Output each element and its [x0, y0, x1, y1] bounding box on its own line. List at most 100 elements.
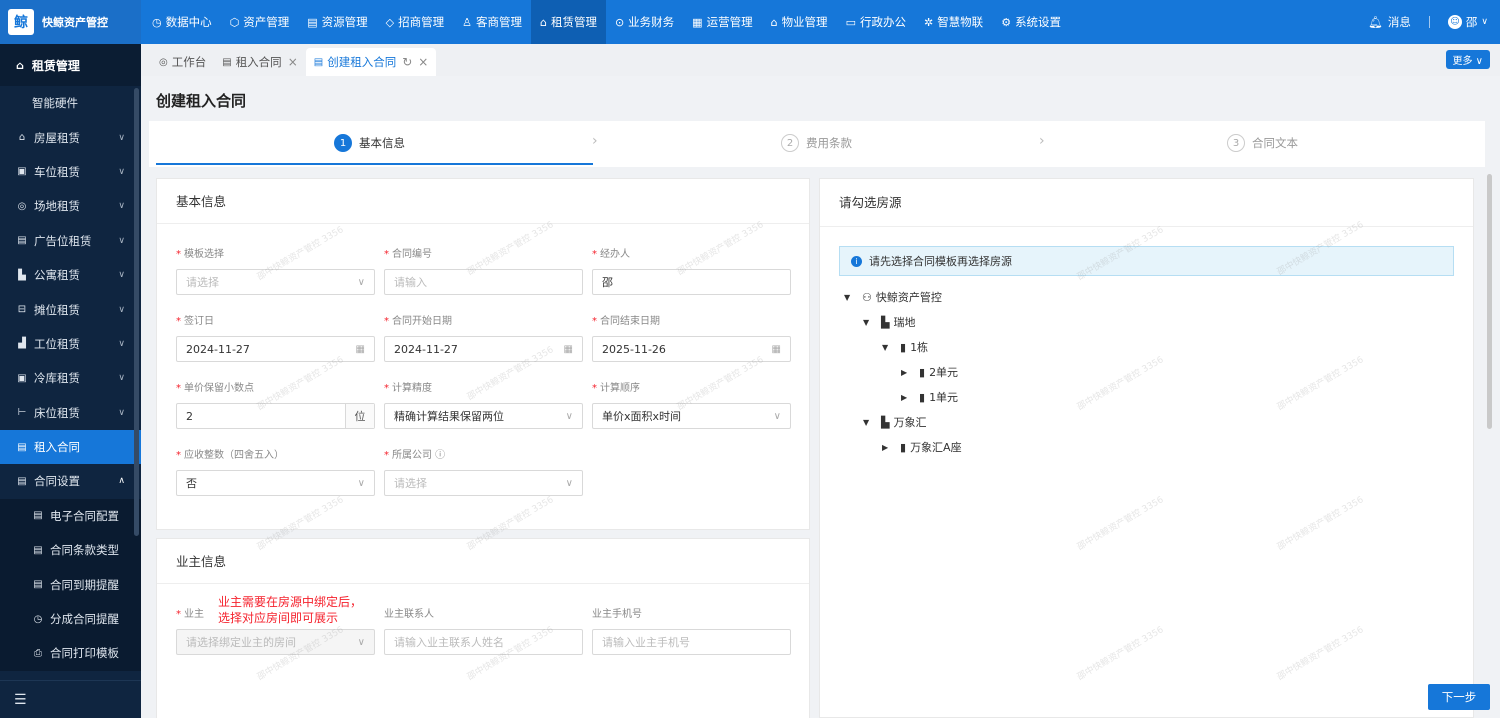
building-icon: ▮ — [900, 340, 907, 354]
nav-item-6[interactable]: ⊙ 业务财务 — [606, 0, 683, 44]
close-icon[interactable]: × — [288, 55, 298, 69]
required-mark: * — [176, 249, 181, 260]
field-input[interactable]: 2位 — [176, 403, 375, 429]
caret-right-icon[interactable]: ▶ — [882, 443, 892, 452]
tree-node[interactable]: ▼ ▙ 瑞地 — [863, 314, 915, 330]
field-input[interactable]: 2024-11-27 ▦ — [384, 336, 583, 362]
logo[interactable]: 鲸 快鲸资产管控 — [0, 0, 141, 44]
sidebar-item-7[interactable]: ▟ 工位租赁 ∨ — [0, 327, 141, 361]
sidebar-item-8[interactable]: ▣ 冷库租赁 ∨ — [0, 361, 141, 395]
sidebar-item-icon: ⊢ — [17, 407, 27, 419]
sidebar-item-5[interactable]: ▙ 公寓租赁 ∨ — [0, 258, 141, 292]
owner-info-panel: 业主信息 * 业主 请选择绑定业主的房间 ∨ 业主联系人 请输入业主联系人姓名 业主手机号请… — [156, 538, 810, 718]
step-fee-terms[interactable]: 2 费用条款 — [781, 121, 852, 165]
sidebar-subitem-4[interactable]: ⎙ 合同打印模板 — [0, 636, 141, 671]
building-icon: ▮ — [919, 390, 926, 404]
tree-node[interactable]: ▶ ▮ 万象汇A座 — [882, 439, 962, 455]
chevron-right-icon: › — [1039, 133, 1045, 149]
sidebar-subitem-1[interactable]: ▤ 合同条款类型 — [0, 533, 141, 568]
tab-0[interactable]: ◎ 工作台 — [151, 48, 214, 76]
user-name[interactable]: 邵 — [1466, 14, 1478, 30]
field-input[interactable]: 请输入业主手机号 — [592, 629, 791, 655]
field-input[interactable]: 2024-11-27 ▦ — [176, 336, 375, 362]
tree-node[interactable]: ▶ ▮ 2单元 — [901, 364, 958, 380]
caret-down-icon[interactable]: ▼ — [882, 343, 892, 352]
sidebar-item-1[interactable]: ⌂ 房屋租赁 ∨ — [0, 120, 141, 154]
next-step-button[interactable]: 下一步 — [1428, 684, 1490, 710]
sidebar-item-3[interactable]: ◎ 场地租赁 ∨ — [0, 189, 141, 223]
step-contract-text[interactable]: 3 合同文本 — [1227, 121, 1298, 165]
nav-item-8[interactable]: ⌂ 物业管理 — [762, 0, 837, 44]
sidebar-scrollbar[interactable] — [134, 88, 139, 536]
field-input[interactable]: 请选择绑定业主的房间 ∨ — [176, 629, 375, 655]
caret-down-icon[interactable]: ▼ — [863, 318, 873, 327]
tab-2[interactable]: ▤ 创建租入合同 ↻ × — [305, 48, 437, 76]
field-input[interactable]: 请输入 — [384, 269, 583, 295]
field-input[interactable]: 邵 — [592, 269, 791, 295]
field-input[interactable]: 否 ∨ — [176, 470, 375, 496]
sidebar-item-icon: ▟ — [18, 338, 26, 350]
sidebar-item-label: 公寓租赁 — [34, 268, 80, 283]
tree-node[interactable]: ▼ ⚇ 快鲸资产管控 — [844, 289, 942, 305]
field-label-text: 合同结束日期 — [600, 316, 660, 327]
nav-label: 资产管理 — [243, 15, 290, 29]
nav-item-7[interactable]: ▦ 运营管理 — [683, 0, 761, 44]
avatar[interactable]: ☺ — [1447, 15, 1462, 29]
collapse-sidebar-icon[interactable]: ☰ — [0, 680, 141, 718]
sidebar-item-6[interactable]: ⊟ 摊位租赁 ∨ — [0, 292, 141, 326]
field-input[interactable]: 2025-11-26 ▦ — [592, 336, 791, 362]
field-input[interactable]: 请选择 ∨ — [384, 470, 583, 496]
field-input[interactable]: 请选择 ∨ — [176, 269, 375, 295]
caret-down-icon[interactable]: ▼ — [863, 418, 873, 427]
field-input[interactable]: 精确计算结果保留两位 ∨ — [384, 403, 583, 429]
nav-item-2[interactable]: ▤ 资源管理 — [298, 0, 376, 44]
sidebar-item-2[interactable]: ▣ 车位租赁 ∨ — [0, 155, 141, 189]
sidebar-item-icon: ◎ — [17, 200, 27, 212]
caret-right-icon[interactable]: ▶ — [901, 393, 911, 402]
sidebar-item-10[interactable]: ▤ 租入合同 — [0, 429, 141, 465]
nav-item-0[interactable]: ◷ 数据中心 — [143, 0, 221, 44]
field-label-text: 业主手机号 — [592, 609, 642, 620]
tree-node[interactable]: ▶ ▮ 1单元 — [901, 389, 958, 405]
info-icon: i — [851, 255, 862, 267]
nav-item-10[interactable]: ✲ 智慧物联 — [915, 0, 992, 44]
field-value: 否 — [186, 477, 197, 490]
chevron-down-icon: ∨ — [118, 201, 125, 212]
step-basic-info[interactable]: 1 基本信息 — [334, 121, 405, 165]
tab-1[interactable]: ▤ 租入合同 × — [214, 48, 306, 76]
nav-item-4[interactable]: ♙ 客商管理 — [453, 0, 531, 44]
nav-icon: ✲ — [923, 15, 934, 29]
tree-node[interactable]: ▼ ▮ 1栋 — [882, 339, 928, 355]
sidebar-item-4[interactable]: ▤ 广告位租赁 ∨ — [0, 224, 141, 258]
page-scrollbar[interactable] — [1487, 174, 1492, 429]
nav-item-1[interactable]: ⬡ 资产管理 — [221, 0, 299, 44]
sidebar-item-0[interactable]: 智能硬件 — [0, 86, 141, 120]
owner-binding-note-line: 选择对应房间即可展示 — [218, 611, 339, 625]
sidebar-item-11[interactable]: ▤ 合同设置 ∧ — [0, 464, 141, 498]
caret-down-icon[interactable]: ▼ — [844, 293, 854, 302]
field-input[interactable]: 单价x面积x时间 ∨ — [592, 403, 791, 429]
sidebar-subitem-2[interactable]: ▤ 合同到期提醒 — [0, 567, 141, 602]
bell-icon[interactable]: 🔔︎ — [1368, 15, 1383, 29]
chevron-down-icon[interactable]: ∨ — [1481, 17, 1488, 27]
tree-node[interactable]: ▼ ▙ 万象汇 — [863, 414, 926, 430]
field-input[interactable]: 请输入业主联系人姓名 — [384, 629, 583, 655]
messages-link[interactable]: 消息 — [1388, 14, 1411, 30]
refresh-icon[interactable]: ↻ — [402, 55, 412, 69]
close-icon[interactable]: × — [418, 55, 428, 69]
nav-item-5[interactable]: ⌂ 租赁管理 — [530, 0, 606, 44]
sidebar-subitem-3[interactable]: ◷ 分成合同提醒 — [0, 601, 141, 637]
required-mark: * — [384, 316, 389, 327]
tab-icon: ▤ — [313, 56, 324, 68]
nav-item-3[interactable]: ◇ 招商管理 — [377, 0, 453, 44]
tab-label: 创建租入合同 — [327, 55, 397, 69]
logo-icon: 鲸 — [8, 9, 34, 35]
field-label-text: 计算顺序 — [600, 383, 640, 394]
nav-item-9[interactable]: ▭ 行政办公 — [837, 0, 915, 44]
nav-item-11[interactable]: ⚙ 系统设置 — [992, 0, 1070, 44]
sidebar-item-9[interactable]: ⊢ 床位租赁 ∨ — [0, 396, 141, 430]
sidebar-subitem-0[interactable]: ▤ 电子合同配置 — [0, 498, 141, 534]
caret-right-icon[interactable]: ▶ — [901, 368, 911, 377]
more-tabs-button[interactable]: 更多 ∨ — [1445, 50, 1490, 69]
sidebar-item-label: 合同打印模板 — [50, 646, 119, 661]
